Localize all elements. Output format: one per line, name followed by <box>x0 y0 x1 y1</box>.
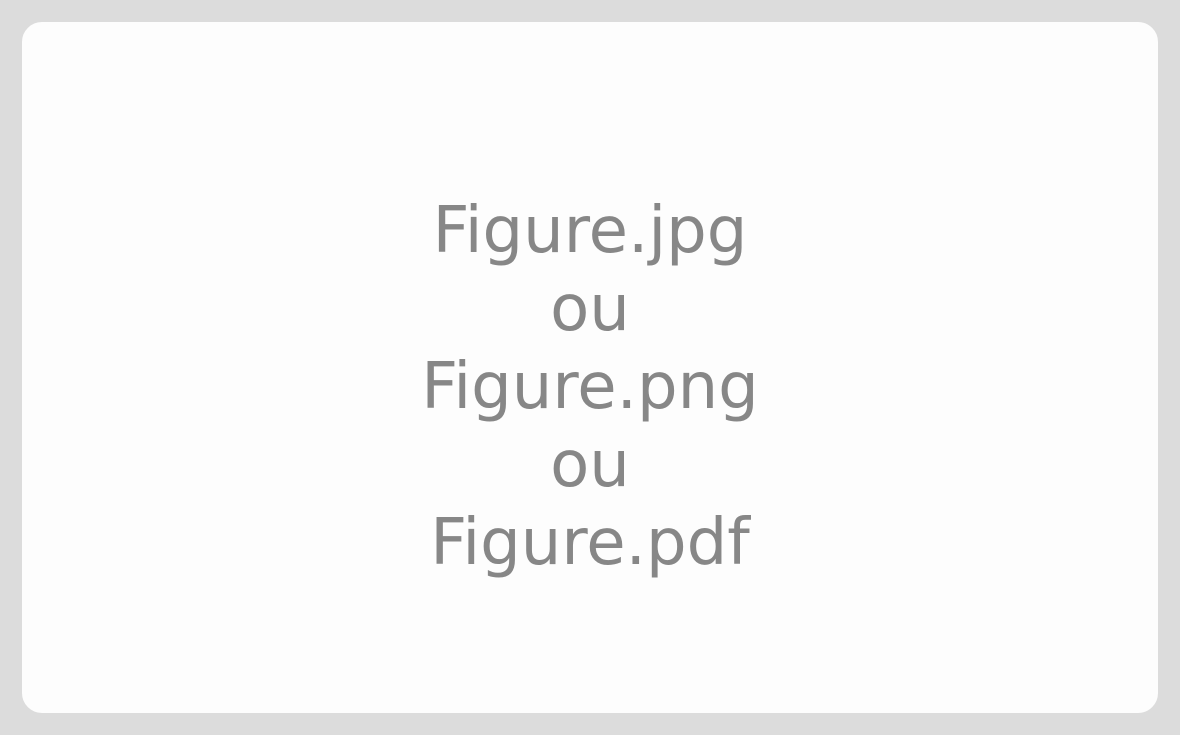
filename-pdf: Figure.pdf <box>430 506 750 580</box>
placeholder-text-block: Figure.jpg ou Figure.png ou Figure.pdf <box>22 192 1158 582</box>
separator-or: ou <box>550 272 630 346</box>
separator-or: ou <box>550 428 630 502</box>
figure-placeholder-frame: Figure.jpg ou Figure.png ou Figure.pdf <box>0 0 1180 735</box>
filename-png: Figure.png <box>421 350 759 424</box>
filename-jpg: Figure.jpg <box>432 194 748 268</box>
